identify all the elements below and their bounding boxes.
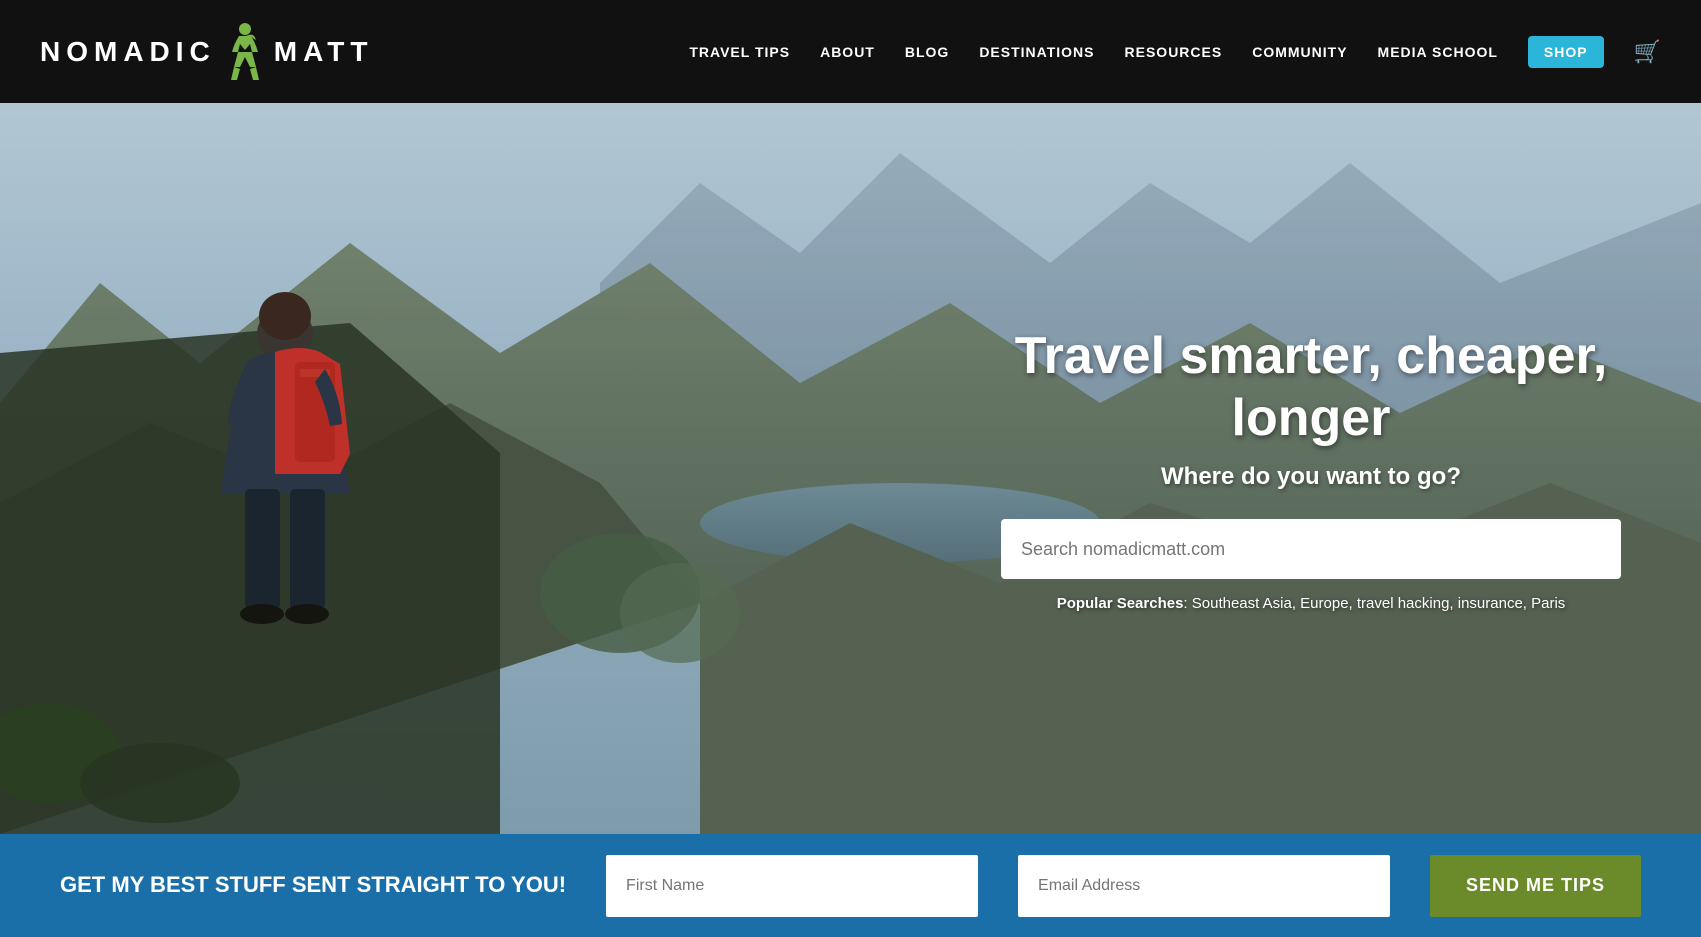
logo[interactable]: NoMADIC MATT (40, 22, 373, 82)
popular-items: : Southeast Asia, Europe, travel hacking… (1183, 595, 1565, 612)
send-tips-button[interactable]: SEND ME TIPS (1430, 855, 1641, 917)
hero-content: Travel smarter, cheaper, longer Where do… (1001, 325, 1621, 613)
signup-cta-text: GET MY BEST STUFF SENT STRAIGHT TO YOU! (60, 871, 566, 900)
hero-title: Travel smarter, cheaper, longer (1001, 325, 1621, 450)
search-input[interactable] (1001, 519, 1621, 579)
nav-blog[interactable]: BLOG (905, 44, 949, 60)
main-nav: TRAVEL TIPS ABOUT BLOG DESTINATIONS RESO… (689, 36, 1661, 68)
first-name-input[interactable] (606, 855, 978, 917)
nav-about[interactable]: ABOUT (820, 44, 875, 60)
nav-travel-tips[interactable]: TRAVEL TIPS (689, 44, 790, 60)
email-input[interactable] (1018, 855, 1390, 917)
hero-person-figure (100, 234, 470, 694)
shop-button[interactable]: SHOP (1528, 36, 1604, 68)
popular-searches: Popular Searches: Southeast Asia, Europe… (1001, 595, 1621, 612)
logo-text: NoMADIC MATT (40, 22, 373, 82)
header: NoMADIC MATT TRAVEL TIPS ABOUT BLOG DEST… (0, 0, 1701, 103)
nav-destinations[interactable]: DESTINATIONS (979, 44, 1094, 60)
nav-resources[interactable]: RESOURCES (1125, 44, 1223, 60)
nav-media-school[interactable]: MEDIA SCHOOL (1378, 44, 1498, 60)
popular-label: Popular Searches (1057, 595, 1184, 612)
hero-section: Travel smarter, cheaper, longer Where do… (0, 103, 1701, 834)
hero-subtitle: Where do you want to go? (1001, 463, 1621, 491)
logo-nomadic: NoMADIC (40, 36, 216, 68)
email-signup-bar: GET MY BEST STUFF SENT STRAIGHT TO YOU! … (0, 834, 1701, 937)
nav-community[interactable]: COMMUNITY (1252, 44, 1347, 60)
logo-matt: MATT (274, 36, 374, 68)
hiker-icon (224, 22, 266, 82)
cart-icon[interactable]: 🛒 (1634, 39, 1661, 65)
